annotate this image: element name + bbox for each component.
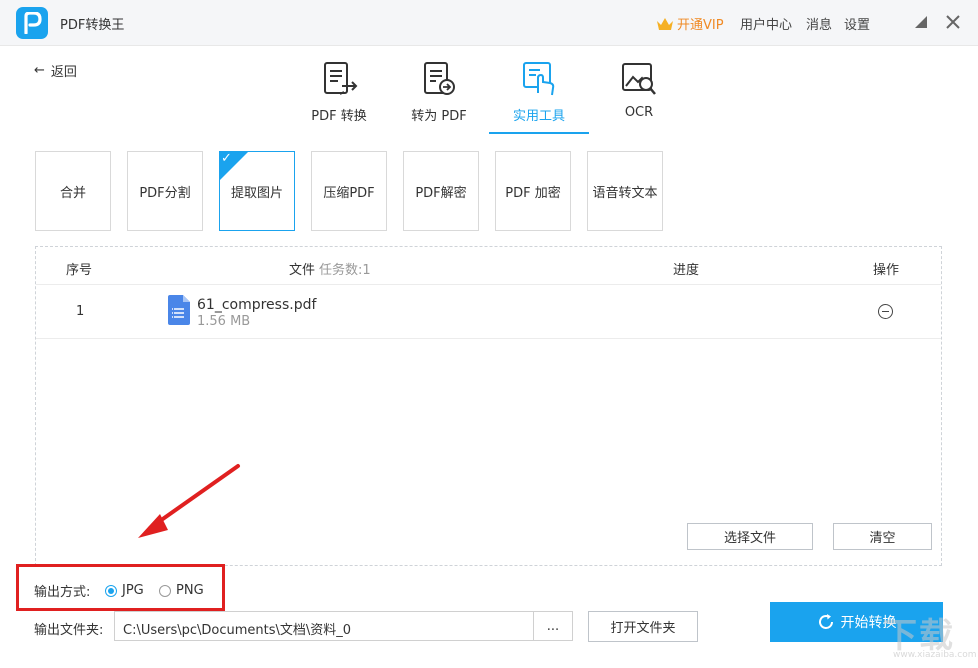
minimize-icon[interactable] [912, 13, 930, 31]
file-size: 1.56 MB [197, 314, 251, 329]
user-center-link[interactable]: 用户中心 [740, 14, 792, 33]
tool-label: 提取图片 [230, 185, 283, 201]
tool-label: 合并 [59, 185, 86, 201]
tab-tools[interactable]: 实用工具 [489, 56, 589, 134]
tools-icon [523, 62, 555, 96]
tool-label: 语音转文本 [592, 185, 658, 201]
close-icon[interactable] [944, 13, 962, 31]
tab-ocr[interactable]: OCR [589, 56, 689, 134]
remove-icon[interactable] [878, 304, 893, 319]
header-divider [36, 284, 941, 285]
tool-speech-to-text[interactable]: 语音转文本 [587, 151, 663, 231]
vip-link[interactable]: 开通VIP [656, 14, 724, 33]
tab-label: 转为 PDF [411, 109, 467, 124]
task-count: 任务数:1 [319, 263, 371, 278]
header-file-label: 文件 [289, 263, 316, 278]
tool-decrypt[interactable]: PDF解密 [403, 151, 479, 231]
crown-icon [657, 17, 673, 30]
vip-label: 开通VIP [677, 18, 724, 33]
tool-label: PDF分割 [139, 185, 191, 201]
tool-encrypt[interactable]: PDF 加密 [495, 151, 571, 231]
tool-split[interactable]: PDF分割 [127, 151, 203, 231]
settings-link[interactable]: 设置 [844, 14, 870, 33]
to-pdf-icon [424, 62, 455, 95]
file-name: 61_compress.pdf [197, 297, 317, 313]
messages-link[interactable]: 消息 [806, 14, 832, 33]
output-folder-input[interactable]: C:\Users\pc\Documents\文档\资料_0 [114, 611, 534, 641]
app-logo-icon [16, 7, 48, 39]
tab-label: 实用工具 [512, 109, 565, 124]
annotation-highlight-box [16, 564, 225, 611]
row-index: 1 [76, 304, 85, 319]
browse-button[interactable]: ... [533, 611, 573, 641]
tool-merge[interactable]: 合并 [35, 151, 111, 231]
header-action: 操作 [873, 263, 900, 278]
header-file: 文件 任务数:1 [289, 259, 371, 278]
header-progress: 进度 [673, 263, 700, 278]
back-label: 返回 [50, 65, 77, 80]
row-divider [36, 338, 941, 339]
watermark-url: www.xiazaiba.com [893, 650, 977, 660]
tool-label: PDF解密 [415, 185, 467, 201]
clear-button[interactable]: 清空 [833, 523, 932, 550]
tab-label: PDF 转换 [311, 109, 367, 124]
refresh-icon [818, 614, 833, 629]
pdf-convert-icon [324, 62, 358, 95]
output-folder-label: 输出文件夹: [34, 623, 104, 638]
watermark: 下载 www.xiazaiba.com [883, 608, 977, 666]
open-folder-button[interactable]: 打开文件夹 [588, 611, 698, 642]
arrow-left-icon: ← [34, 63, 45, 78]
tool-label: PDF 加密 [505, 185, 561, 201]
tool-label: 压缩PDF [323, 185, 375, 201]
annotation-arrow-icon [138, 464, 240, 538]
tab-pdf-convert[interactable]: PDF 转换 [289, 56, 389, 134]
app-title: PDF转换王 [60, 18, 125, 33]
title-bar: PDF转换王 开通VIP 用户中心 消息 设置 [0, 0, 978, 46]
tab-label: OCR [624, 105, 654, 120]
tool-compress[interactable]: 压缩PDF [311, 151, 387, 231]
ocr-icon [622, 63, 656, 95]
back-button[interactable]: ← 返回 [34, 61, 77, 80]
header-index: 序号 [66, 263, 93, 278]
document-icon [168, 295, 190, 325]
tool-extract-images[interactable]: ✓ 提取图片 [219, 151, 295, 231]
check-icon: ✓ [221, 151, 232, 166]
select-files-button[interactable]: 选择文件 [687, 523, 813, 550]
tab-to-pdf[interactable]: 转为 PDF [389, 56, 489, 134]
